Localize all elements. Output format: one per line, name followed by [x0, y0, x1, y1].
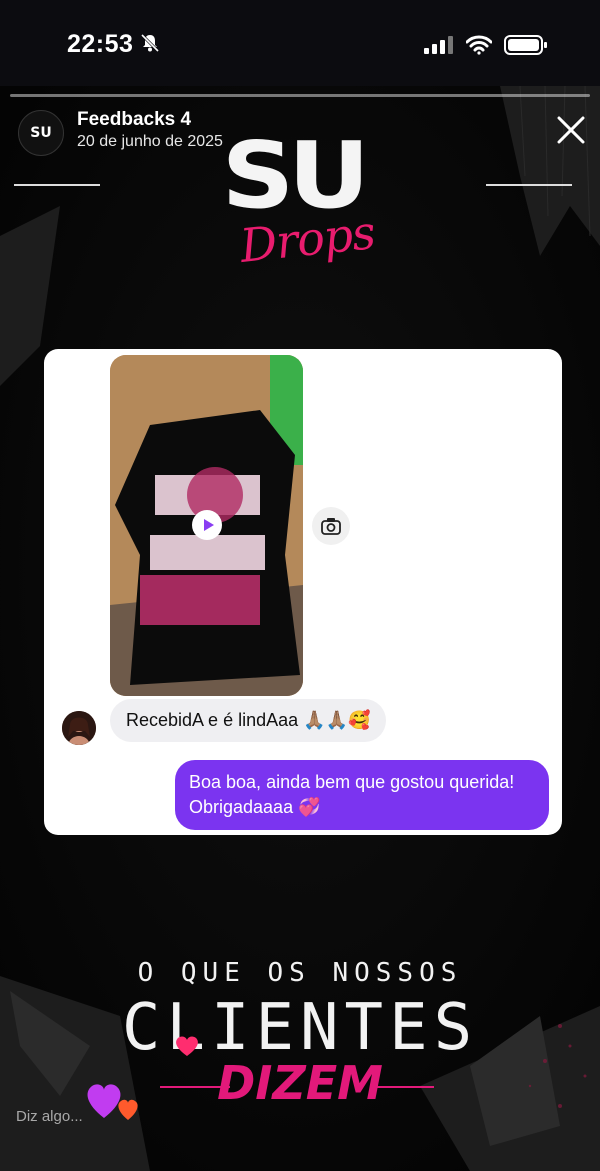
cellular-signal-icon — [424, 36, 453, 54]
headline-line-1: O QUE OS NOSSOS — [137, 958, 463, 988]
bell-muted-icon — [140, 33, 160, 53]
play-button-icon[interactable] — [192, 510, 222, 540]
customer-avatar — [62, 711, 96, 745]
chat-screenshot-card: RecebidA e é lindAaa 🙏🏽🙏🏽🥰 Boa boa, aind… — [44, 349, 562, 835]
outgoing-message: Boa boa, ainda bem que gostou querida! O… — [175, 760, 549, 830]
incoming-message: RecebidA e é lindAaa 🙏🏽🙏🏽🥰 — [110, 699, 387, 742]
status-bar: 22:53 — [0, 0, 600, 86]
clock: 22:53 — [67, 30, 134, 58]
battery-icon — [504, 35, 547, 55]
camera-icon[interactable] — [312, 507, 350, 545]
frame-line-right — [486, 184, 572, 186]
hearts-sticker-icon — [87, 1084, 138, 1120]
account-name[interactable]: Feedbacks 4 — [77, 109, 191, 131]
story-date: 20 de junho de 2025 — [77, 133, 223, 150]
small-heart-icon — [176, 1036, 198, 1056]
headline-line-2: CLIENTES — [121, 991, 479, 1065]
wifi-icon — [466, 35, 492, 55]
story-viewer[interactable]: SU Feedbacks 4 20 de junho de 2025 SU Dr… — [0, 86, 600, 1171]
account-avatar[interactable]: SU — [18, 110, 64, 156]
video-thumbnail[interactable] — [110, 355, 303, 696]
story-progress-bar — [10, 94, 590, 97]
frame-line-left — [14, 184, 100, 186]
close-icon[interactable] — [556, 115, 586, 145]
reply-input[interactable]: Diz algo... — [16, 1108, 83, 1125]
